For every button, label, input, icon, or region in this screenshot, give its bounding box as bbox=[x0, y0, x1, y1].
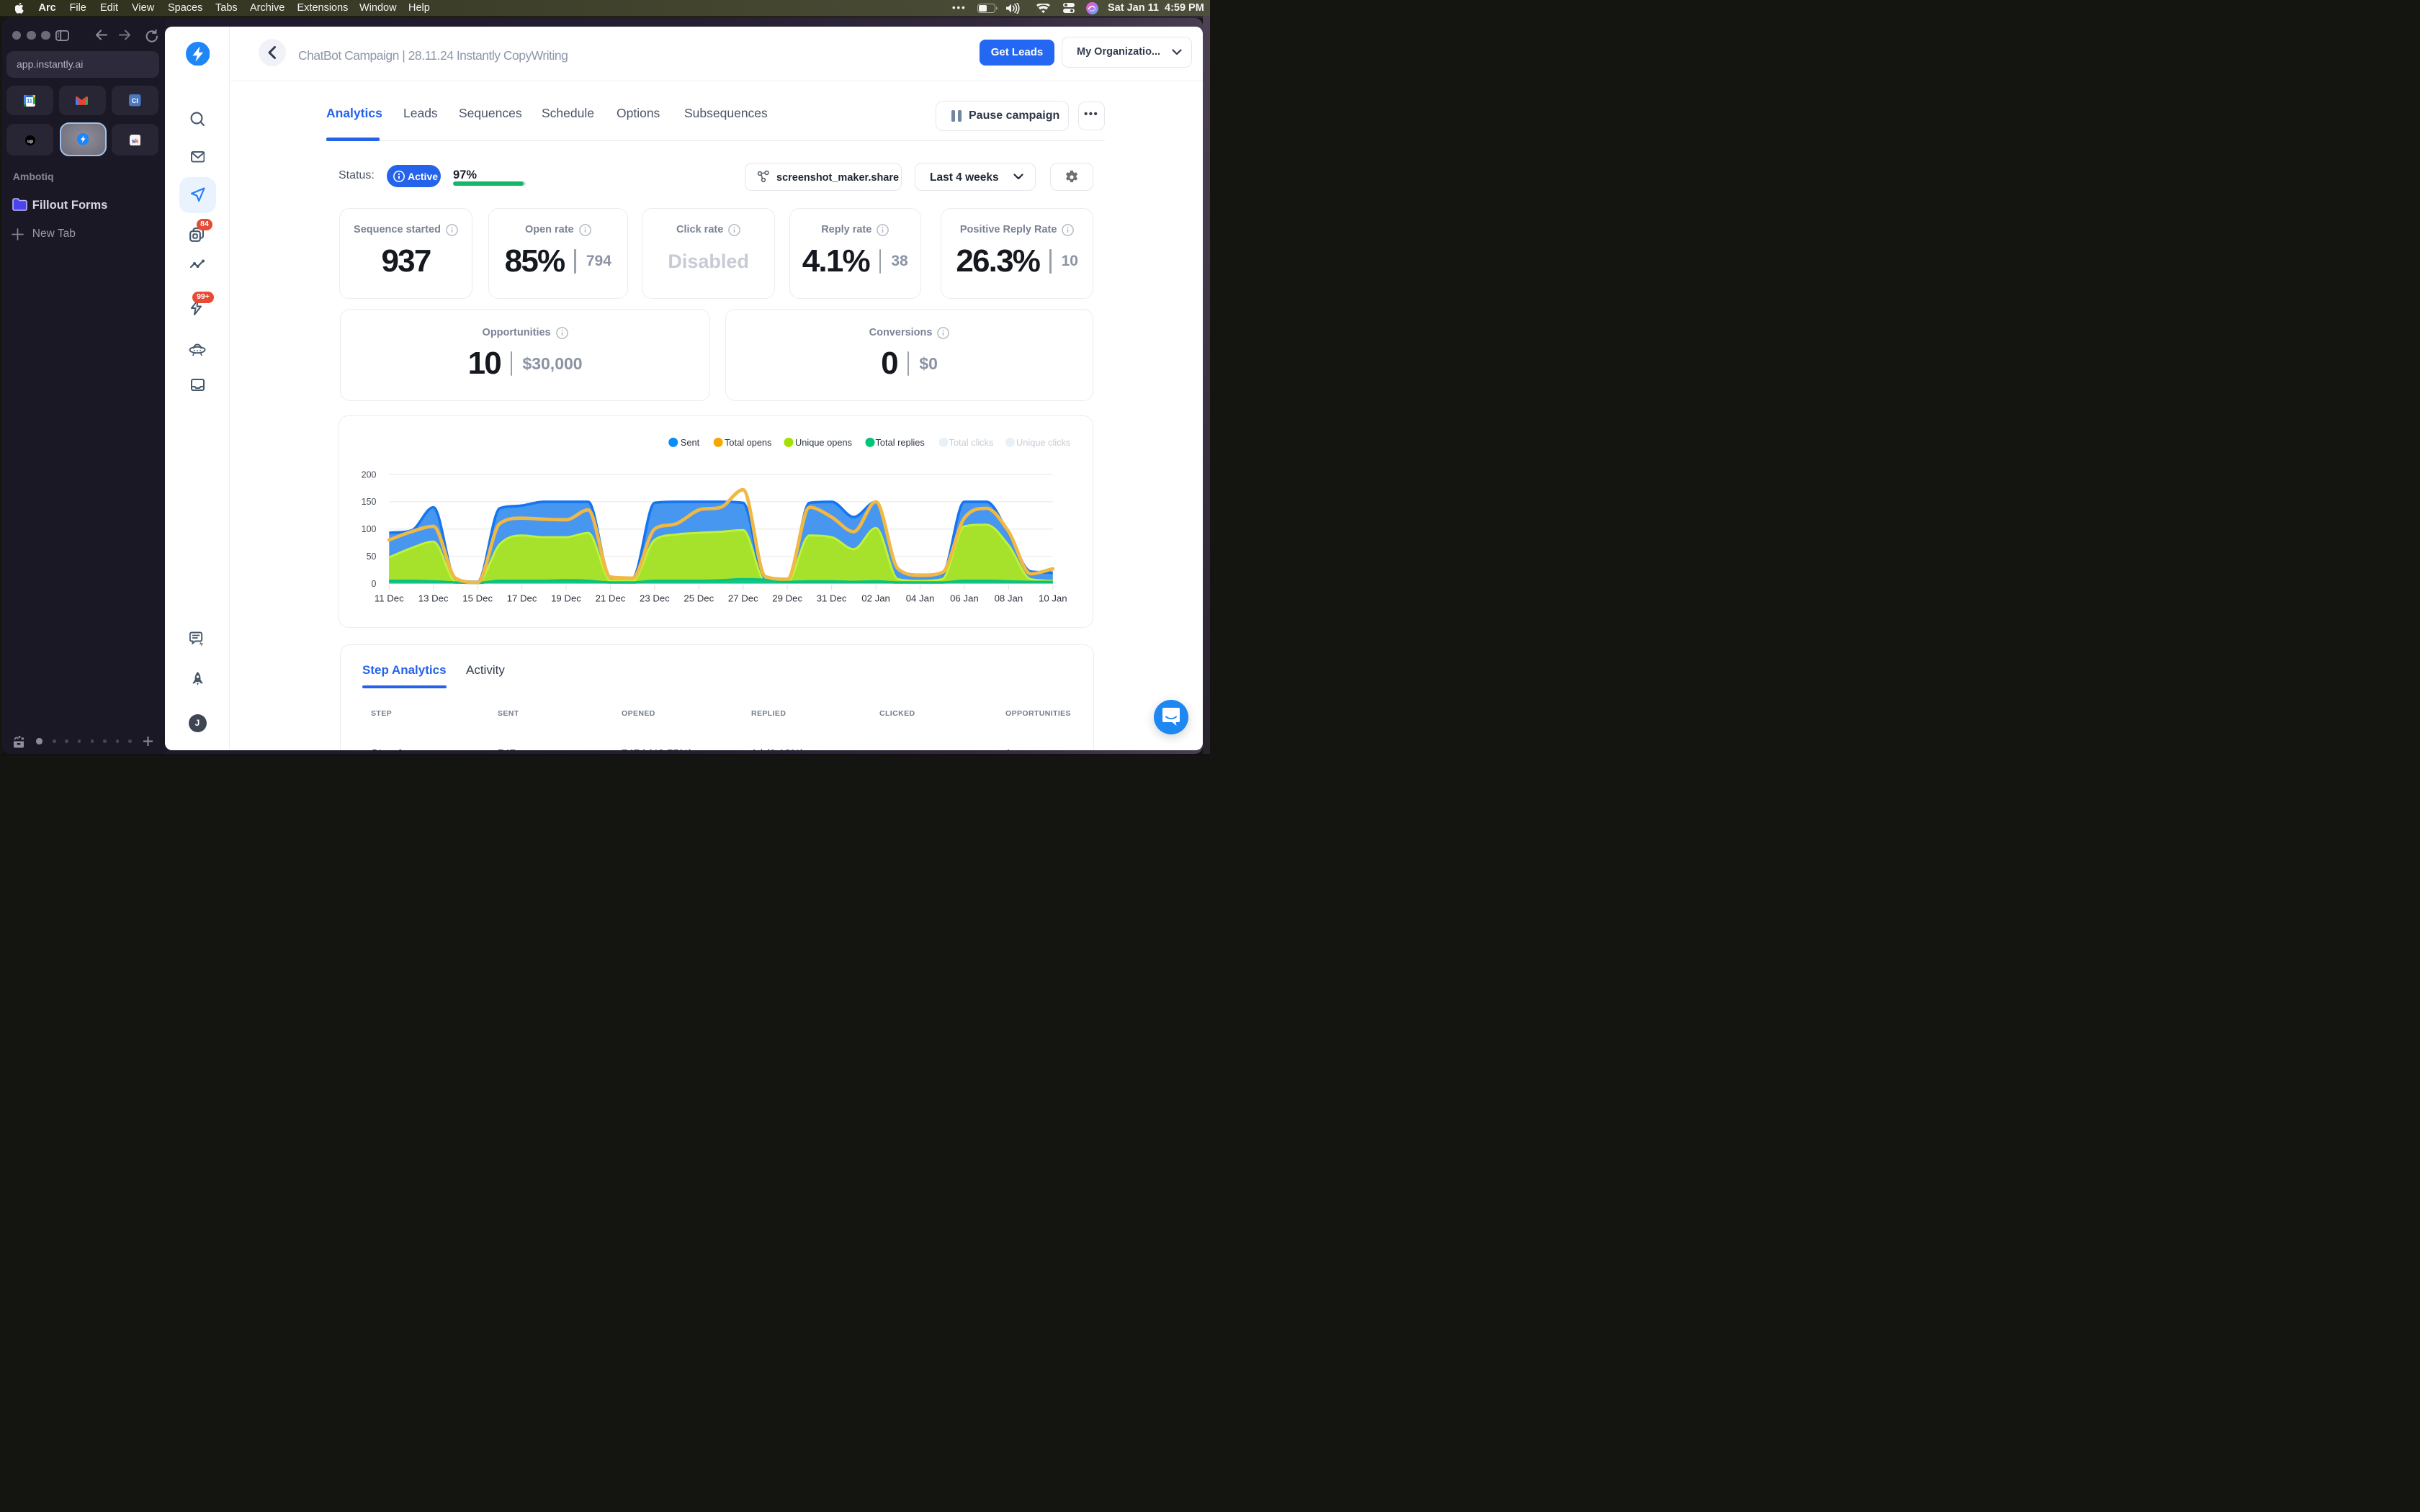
svg-text:100: 100 bbox=[362, 524, 377, 534]
svg-text:Total clicks: Total clicks bbox=[949, 436, 994, 447]
svg-text:k: k bbox=[135, 137, 138, 144]
svg-text:04 Jan: 04 Jan bbox=[906, 593, 935, 603]
svg-text:21 Dec: 21 Dec bbox=[596, 593, 626, 603]
svg-text:Total replies: Total replies bbox=[876, 436, 925, 447]
svg-text:06 Jan: 06 Jan bbox=[950, 593, 979, 603]
svg-text:Sent: Sent bbox=[681, 436, 700, 447]
svg-text:02 Jan: 02 Jan bbox=[861, 593, 890, 603]
svg-text:29 Dec: 29 Dec bbox=[772, 593, 802, 603]
svg-text:50: 50 bbox=[367, 551, 377, 561]
svg-text:10 Jan: 10 Jan bbox=[1039, 593, 1067, 603]
svg-text:0: 0 bbox=[372, 578, 377, 588]
svg-text:Unique opens: Unique opens bbox=[795, 436, 852, 447]
svg-text:31 Dec: 31 Dec bbox=[817, 593, 847, 603]
svg-text:19 Dec: 19 Dec bbox=[551, 593, 581, 603]
svg-text:15 Dec: 15 Dec bbox=[462, 593, 493, 603]
svg-text:13 Dec: 13 Dec bbox=[418, 593, 449, 603]
svg-text:11: 11 bbox=[27, 98, 32, 104]
svg-text:Unique clicks: Unique clicks bbox=[1016, 436, 1070, 447]
svg-text:11 Dec: 11 Dec bbox=[375, 593, 404, 603]
svg-text:up: up bbox=[27, 138, 33, 143]
svg-text:08 Jan: 08 Jan bbox=[995, 593, 1023, 603]
svg-text:150: 150 bbox=[362, 497, 377, 507]
svg-text:200: 200 bbox=[362, 469, 377, 480]
svg-text:CI: CI bbox=[132, 97, 138, 104]
svg-text:25 Dec: 25 Dec bbox=[684, 593, 714, 603]
svg-text:23 Dec: 23 Dec bbox=[640, 593, 670, 603]
svg-text:27 Dec: 27 Dec bbox=[728, 593, 758, 603]
svg-text:Total opens: Total opens bbox=[725, 436, 771, 447]
svg-text:17 Dec: 17 Dec bbox=[507, 593, 537, 603]
